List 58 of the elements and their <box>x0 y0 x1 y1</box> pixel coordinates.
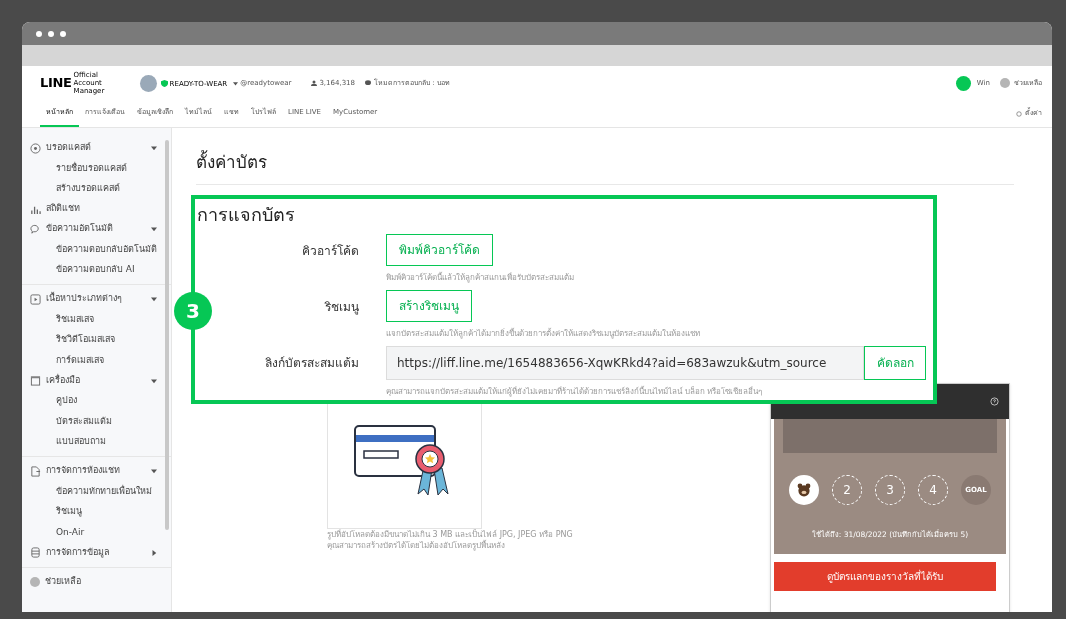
chat-bubble-icon <box>365 80 371 86</box>
toolbox-icon <box>30 375 41 386</box>
caret-right-icon <box>151 549 157 556</box>
chat-icon <box>30 223 41 235</box>
user-avatar <box>955 75 971 91</box>
sidebar-item[interactable]: ริชเมนู <box>22 501 171 522</box>
sidebar-group[interactable]: เครื่องมือ <box>22 370 171 391</box>
avatar <box>139 74 157 92</box>
caret-down-icon <box>151 296 157 302</box>
row-label: ริชเมนู <box>323 298 359 317</box>
caret-down-icon <box>233 80 239 86</box>
sidebar-group[interactable]: ช่วยเหลือ <box>22 571 171 592</box>
sidebar-group[interactable]: เนื้อหาประเภทต่างๆ <box>22 289 171 309</box>
hint-text: แจกบัตรสะสมแต้มให้ลูกค้าได้มากยิ่งขึ้นด้วยการตั้งค่าให้แสดงริชเมนูบัตรสะสมแต้มในห้องแชท <box>386 327 700 340</box>
sidebar-item[interactable]: รายชื่อบรอดแคสต์ <box>22 158 171 179</box>
sidebar-item[interactable]: แบบสอบถาม <box>22 431 171 452</box>
caret-down-icon <box>151 226 157 232</box>
hint-text: คุณสามารถแจกบัตรสะสมแต้มให้แก่ผู้ที่ยังไม่เคยมาที่ร้านได้ด้วยการแชร์ลิงก์นี้บนไทม์ไลน์ บล็อก หรือโซเชียลอื่นๆ <box>386 385 764 398</box>
sidebar-item[interactable]: ริชวิดีโอเมสเสจ <box>22 329 171 350</box>
section-title: การแจกบัตร <box>196 202 296 227</box>
help-icon <box>990 397 999 406</box>
sidebar-item[interactable]: คูปอง <box>22 390 171 411</box>
sidebar-item[interactable]: On-Air <box>22 522 171 543</box>
sidebar-group[interactable]: ข้อความอัตโนมัติ <box>22 219 171 239</box>
sidebar-group[interactable]: บรอดแคสต์ <box>22 138 171 158</box>
media-icon <box>30 293 41 305</box>
sidebar-group[interactable]: สถิติแชท <box>22 199 171 219</box>
hint-text: พิมพ์คิวอาร์โค้ดนี้แล้วให้ลูกค้าสแกนเพื่อรับบัตรสะสมแต้ม <box>386 271 574 284</box>
sidebar-item[interactable]: ข้อความทักทายเพื่อนใหม่ <box>22 481 171 502</box>
settings-icon <box>1016 110 1022 117</box>
caret-down-icon <box>151 145 157 151</box>
sidebar-item[interactable]: การ์ดเมสเสจ <box>22 350 171 371</box>
logo[interactable]: LINE <box>40 73 72 93</box>
sidebar-item[interactable]: สร้างบรอดแคสต์ <box>22 178 171 199</box>
image-note: คุณสามารถสร้างบัตรได้โดยไม่ต้องอัปโหลดรูปพื้นหลัง <box>327 540 505 551</box>
broadcast-icon <box>30 142 41 154</box>
document-icon <box>30 465 41 477</box>
caret-down-icon <box>151 468 157 474</box>
sidebar-item[interactable]: ข้อความตอบกลับ AI <box>22 259 171 280</box>
rewards-button[interactable]: ดูบัตรแลกของรางวัลที่ได้รับ <box>774 562 996 591</box>
sidebar-group[interactable]: การจัดการห้องแชท <box>22 461 171 481</box>
sidebar-item[interactable]: บัตรสะสมแต้ม <box>22 411 171 432</box>
sidebar-group[interactable]: การจัดการข้อมูล <box>22 542 171 563</box>
image-note: รูปที่อัปโหลดต้องมีขนาดไม่เกิน 3 MB และเป็นไฟล์ JPG, JPEG หรือ PNG <box>327 528 573 540</box>
row-label: ลิงก์บัตรสะสมแต้ม <box>264 354 359 372</box>
caret-down-icon <box>151 377 157 384</box>
row-label: คิวอาร์โค้ด <box>301 242 359 260</box>
sidebar-item[interactable]: ข้อความตอบกลับอัตโนมัติ <box>22 239 171 260</box>
database-icon <box>30 547 41 558</box>
sidebar-item[interactable]: ริชเมสเสจ <box>22 309 171 330</box>
verified-shield-icon <box>160 79 168 87</box>
bear-icon <box>796 482 812 498</box>
help-icon <box>1000 78 1010 88</box>
page-title: ตั้งค่าบัตร <box>196 128 1014 185</box>
link-field[interactable]: https://liff.line.me/1654883656-XqwKRkd4?aid=683awzuk&utm_source <box>386 345 864 380</box>
help-icon <box>30 576 40 587</box>
step-badge: 3 <box>174 292 212 330</box>
person-icon <box>311 80 318 86</box>
